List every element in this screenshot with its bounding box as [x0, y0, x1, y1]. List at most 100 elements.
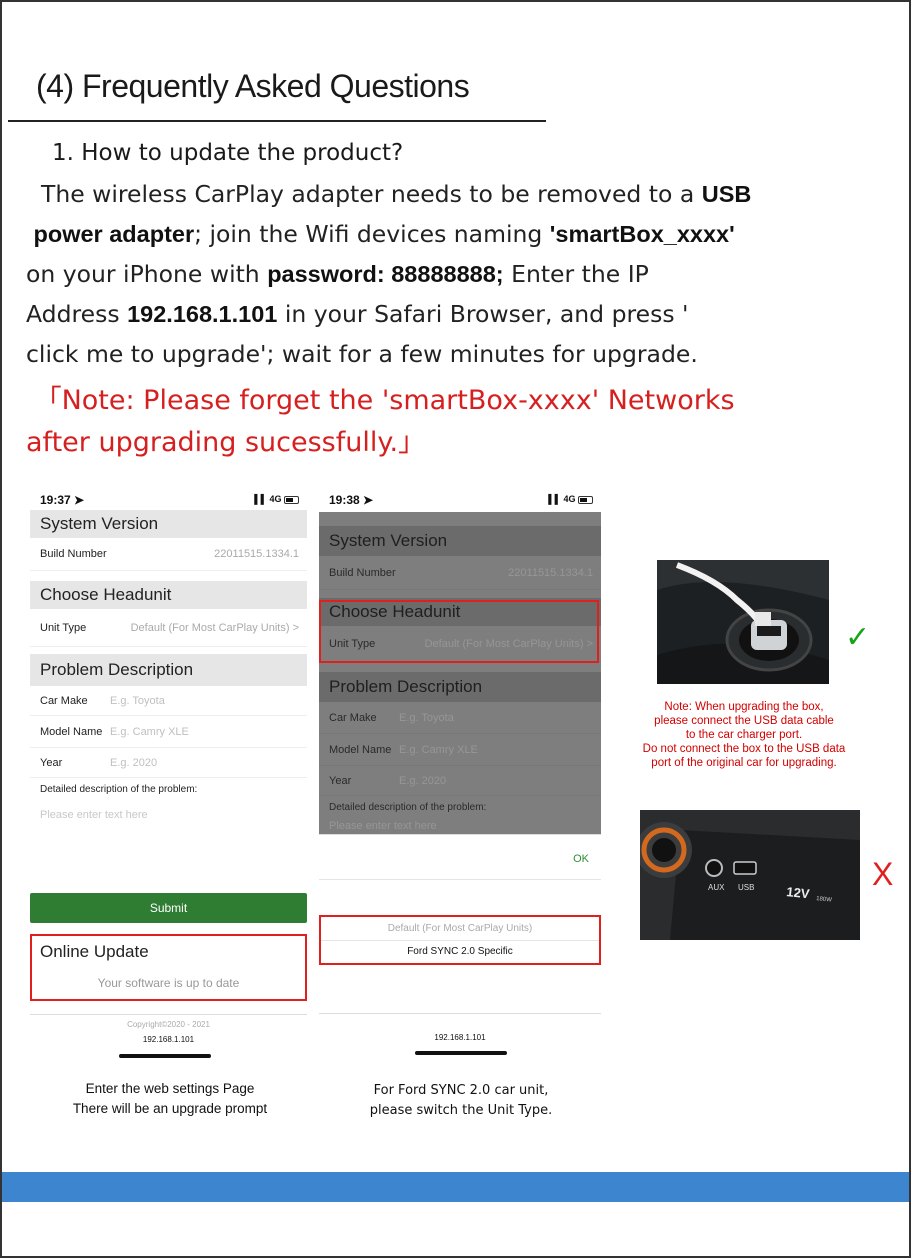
section-system-version: System Version — [30, 510, 307, 538]
usb-highlight: USB — [701, 181, 752, 207]
charger-port-photo — [657, 560, 829, 684]
status-indicators: ▌▌ 4G — [548, 494, 593, 504]
divider — [319, 834, 601, 835]
note-open-bracket: 「 — [34, 385, 62, 416]
para-text: ; join the — [194, 220, 306, 248]
heading-underline — [8, 120, 546, 122]
para-text: CarP — [194, 180, 250, 208]
note-text: lease forget the 'smartBox-xxxx' Network… — [159, 385, 735, 416]
para-text: ddress — [41, 300, 128, 328]
para-text: IP — [627, 260, 649, 288]
para-text: in your — [277, 300, 375, 328]
year-row[interactable]: Year E.g. 2020 — [30, 748, 307, 778]
submit-button[interactable]: Submit — [30, 893, 307, 923]
car-make-row[interactable]: Car Make E.g. Toyota — [30, 686, 307, 716]
para-text: click me to upgrade'; wait for a few min… — [26, 340, 698, 368]
password-highlight: password: 88888888; — [267, 261, 504, 287]
caption-settings: Enter the web settings Page There will b… — [72, 1081, 268, 1116]
year-row: Year E.g. 2020 — [319, 766, 601, 796]
model-name-input: E.g. Camry XLE — [399, 744, 478, 756]
build-number-value: 22011515.1334.1 — [214, 548, 299, 560]
year-input: E.g. 2020 — [399, 775, 447, 787]
divider — [30, 1014, 307, 1015]
detail-label: Detailed description of the problem: — [329, 802, 487, 813]
upgrade-connection-note: Note: When upgrading the box, please con… — [642, 701, 846, 769]
headunit-highlight — [319, 600, 599, 663]
12v-label: 12V — [786, 884, 811, 901]
build-number-row: Build Number 22011515.1334.1 — [319, 556, 601, 590]
ok-button[interactable]: OK — [573, 853, 589, 865]
signal-icon: ▌▌ — [254, 494, 267, 504]
footer-bar — [2, 1172, 909, 1202]
model-name-row[interactable]: Model Name E.g. Camry XLE — [30, 716, 307, 748]
url-bar: 192.168.1.101 — [142, 1035, 195, 1044]
battery-icon — [578, 495, 593, 504]
phone-screenshot-unit-type: 19:38 ➤ ▌▌ 4G System Version Build Numbe… — [319, 487, 601, 1067]
network-note: 「Note: Please forget the 'smartBox-xxxx'… — [26, 380, 896, 464]
model-name-row: Model Name E.g. Camry XLE — [319, 734, 601, 766]
location-arrow-icon: ➤ — [74, 493, 85, 507]
para-text: he wireless — [55, 180, 195, 208]
para-text: W — [305, 220, 329, 248]
para-text: on your iPhone with — [26, 260, 268, 288]
unit-type-label: Unit Type — [40, 622, 87, 634]
detail-textarea[interactable]: Please enter text here — [30, 802, 307, 828]
check-icon: ✓ — [845, 620, 871, 655]
build-number-value: 22011515.1334.1 — [508, 567, 593, 579]
cross-icon: X — [872, 856, 894, 892]
build-number-label: Build Number — [40, 548, 107, 560]
instructions-paragraph: The wireless CarPlay adapter needs to be… — [26, 174, 896, 374]
question-title: 1. How to update the product? — [52, 140, 404, 166]
year-input[interactable]: E.g. 2020 — [110, 748, 157, 778]
car-make-input[interactable]: E.g. Toyota — [110, 686, 165, 716]
status-indicators: ▌▌ 4G — [254, 494, 299, 504]
model-name-input[interactable]: E.g. Camry XLE — [110, 716, 189, 748]
section-problem-description: Problem Description — [30, 654, 307, 686]
battery-icon — [284, 495, 299, 504]
note-label: Note: P — [61, 385, 160, 416]
usb-label: USB — [738, 883, 754, 892]
para-text: S — [374, 300, 389, 328]
section-system-version: System Version — [319, 526, 601, 556]
model-name-label: Model Name — [40, 726, 103, 738]
caption-unit-type: For Ford SYNC 2.0 car unit, please switc… — [369, 1083, 553, 1118]
online-update-highlight — [30, 934, 307, 1001]
year-label: Year — [329, 775, 352, 787]
url-bar: 192.168.1.101 — [434, 1033, 486, 1042]
home-indicator — [415, 1051, 507, 1055]
para-text: ifi devices naming — [328, 220, 550, 248]
detail-textarea: Please enter text here — [329, 820, 437, 832]
para-text: lay adapter needs to be removed to a — [249, 180, 702, 208]
unit-type-row[interactable]: Unit Type Default (For Most CarPlay Unit… — [30, 609, 307, 647]
car-make-input: E.g. Toyota — [399, 712, 454, 724]
copyright: Copyright©2020 - 2021 — [127, 1020, 210, 1029]
note-close-bracket: 」 — [398, 427, 426, 458]
note-text: after upgrading sucessfully. — [26, 427, 399, 458]
year-label: Year — [40, 757, 63, 769]
ssid-highlight: 'smartBox_xxxx' — [549, 221, 735, 247]
status-time: 19:38 ➤ — [329, 493, 374, 507]
dimmed-overlay: System Version Build Number 22011515.133… — [319, 512, 601, 834]
para-text: T — [40, 180, 56, 208]
divider — [319, 1013, 601, 1014]
status-time: 19:37 ➤ — [40, 493, 85, 507]
car-make-row: Car Make E.g. Toyota — [319, 702, 601, 734]
model-name-label: Model Name — [329, 744, 392, 756]
location-arrow-icon: ➤ — [363, 493, 374, 507]
para-text: Enter the — [503, 260, 628, 288]
section-heading: (4) Frequently Asked Questions — [36, 68, 470, 104]
detail-label: Detailed description of the problem: — [40, 784, 198, 795]
car-usb-port-photo: AUX USB 12V 180W — [640, 810, 860, 940]
car-make-label: Car Make — [40, 695, 88, 707]
build-number-row: Build Number 22011515.1334.1 — [30, 538, 307, 571]
para-text: afari Browser, and press ' — [388, 300, 689, 328]
para-text: A — [26, 300, 42, 328]
car-make-label: Car Make — [329, 712, 377, 724]
picker-highlight — [319, 915, 601, 965]
section-choose-headunit: Choose Headunit — [30, 581, 307, 609]
signal-icon: ▌▌ — [548, 494, 561, 504]
divider — [319, 879, 601, 880]
ip-highlight: 192.168.1.101 — [127, 301, 278, 327]
section-problem-description: Problem Description — [319, 672, 601, 702]
power-adapter-highlight: power adapter — [33, 221, 195, 247]
